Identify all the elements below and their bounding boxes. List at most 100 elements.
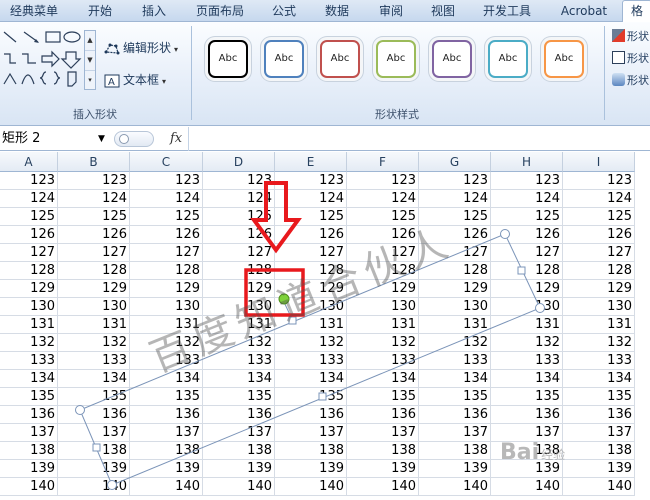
column-header-f[interactable]: F [347, 152, 419, 172]
grid-cell[interactable]: 139 [275, 460, 347, 478]
shape-effects-button[interactable]: 形状 [612, 72, 649, 90]
shape-outline-button[interactable]: 形状 [612, 50, 649, 68]
grid-cell[interactable]: 132 [563, 334, 635, 352]
shape-style-preset[interactable]: Abc [488, 40, 528, 78]
tab-acrobat[interactable]: Acrobat [552, 2, 616, 22]
grid-cell[interactable]: 130 [563, 298, 635, 316]
name-box-dropdown-icon[interactable]: ▼ [98, 129, 105, 149]
grid-cell[interactable]: 133 [563, 352, 635, 370]
grid-cell[interactable]: 130 [491, 298, 563, 316]
grid-cell[interactable]: 135 [130, 388, 203, 406]
grid-cell[interactable]: 138 [58, 442, 130, 460]
grid-cell[interactable]: 128 [130, 262, 203, 280]
grid-cell[interactable]: 132 [275, 334, 347, 352]
grid-cell[interactable]: 125 [203, 208, 275, 226]
column-header-h[interactable]: H [491, 152, 563, 172]
tab-format[interactable]: 格 [622, 0, 650, 23]
tab-view[interactable]: 视图 [420, 2, 466, 22]
grid-cell[interactable]: 124 [58, 190, 130, 208]
grid-cell[interactable]: 123 [419, 172, 491, 190]
tab-data[interactable]: 数据 [314, 2, 360, 22]
grid-cell[interactable]: 123 [347, 172, 419, 190]
grid-cell[interactable]: 127 [491, 244, 563, 262]
column-header-e[interactable]: E [275, 152, 347, 172]
grid-cell[interactable]: 134 [491, 370, 563, 388]
grid-cell[interactable]: 135 [419, 388, 491, 406]
column-header-c[interactable]: C [130, 152, 203, 172]
grid-cell[interactable]: 132 [419, 334, 491, 352]
grid-cell[interactable]: 134 [275, 370, 347, 388]
grid-cell[interactable]: 127 [0, 244, 58, 262]
grid-cell[interactable]: 133 [419, 352, 491, 370]
grid-cell[interactable]: 136 [347, 406, 419, 424]
shape-style-preset[interactable]: Abc [264, 40, 304, 78]
grid-cell[interactable]: 139 [347, 460, 419, 478]
grid-cell[interactable]: 140 [563, 478, 635, 496]
grid-cell[interactable]: 138 [563, 442, 635, 460]
grid-cell[interactable]: 136 [275, 406, 347, 424]
grid-cell[interactable]: 124 [275, 190, 347, 208]
grid-cell[interactable]: 129 [130, 280, 203, 298]
grid-cell[interactable]: 123 [0, 172, 58, 190]
grid-cell[interactable]: 125 [563, 208, 635, 226]
grid-cell[interactable]: 132 [347, 334, 419, 352]
formula-bar-resize-handle[interactable] [114, 131, 154, 147]
grid-cell[interactable]: 132 [0, 334, 58, 352]
tab-insert[interactable]: 插入 [130, 2, 178, 22]
grid-cell[interactable]: 135 [275, 388, 347, 406]
grid-cell[interactable]: 133 [275, 352, 347, 370]
grid-cell[interactable]: 126 [203, 226, 275, 244]
grid-cell[interactable]: 124 [419, 190, 491, 208]
shape-gallery[interactable] [2, 30, 84, 90]
grid-cell[interactable]: 127 [130, 244, 203, 262]
grid-cell[interactable]: 140 [130, 478, 203, 496]
shape-style-preset[interactable]: Abc [376, 40, 416, 78]
grid-cell[interactable]: 137 [419, 424, 491, 442]
grid-cell[interactable]: 133 [491, 352, 563, 370]
grid-cell[interactable]: 125 [130, 208, 203, 226]
grid-cell[interactable]: 127 [563, 244, 635, 262]
grid-cell[interactable]: 125 [58, 208, 130, 226]
grid-cell[interactable]: 123 [491, 172, 563, 190]
column-header-i[interactable]: I [563, 152, 635, 172]
grid-cell[interactable]: 137 [275, 424, 347, 442]
column-header-b[interactable]: B [58, 152, 130, 172]
grid-cell[interactable]: 135 [491, 388, 563, 406]
grid-cell[interactable]: 140 [275, 478, 347, 496]
grid-cell[interactable]: 131 [419, 316, 491, 334]
grid-cell[interactable]: 130 [419, 298, 491, 316]
grid-cell[interactable]: 129 [419, 280, 491, 298]
grid-cell[interactable]: 125 [275, 208, 347, 226]
column-header-d[interactable]: D [203, 152, 275, 172]
edit-shape-button[interactable]: 编辑形状 ▾ [104, 38, 178, 58]
grid-cell[interactable]: 134 [563, 370, 635, 388]
grid-cell[interactable]: 138 [419, 442, 491, 460]
grid-cell[interactable]: 131 [347, 316, 419, 334]
shape-fill-button[interactable]: 形状 [612, 28, 649, 46]
grid-cell[interactable]: 133 [347, 352, 419, 370]
grid-cell[interactable]: 140 [347, 478, 419, 496]
grid-cell[interactable]: 126 [58, 226, 130, 244]
grid-cell[interactable]: 127 [203, 244, 275, 262]
grid-cell[interactable]: 136 [491, 406, 563, 424]
grid-cell[interactable]: 131 [491, 316, 563, 334]
formula-input[interactable] [188, 127, 650, 151]
grid-cell[interactable]: 126 [563, 226, 635, 244]
grid-cell[interactable]: 126 [275, 226, 347, 244]
tab-formulas[interactable]: 公式 [262, 2, 306, 22]
grid-cell[interactable]: 126 [0, 226, 58, 244]
grid-cell[interactable]: 129 [0, 280, 58, 298]
grid-cell[interactable]: 125 [0, 208, 58, 226]
grid-cell[interactable]: 137 [0, 424, 58, 442]
grid-cell[interactable]: 135 [563, 388, 635, 406]
grid-cell[interactable]: 138 [275, 442, 347, 460]
grid-cell[interactable]: 130 [58, 298, 130, 316]
grid-cell[interactable]: 134 [203, 370, 275, 388]
tab-home[interactable]: 开始 [74, 2, 126, 22]
grid-cell[interactable]: 138 [130, 442, 203, 460]
grid-cell[interactable]: 136 [419, 406, 491, 424]
shape-style-preset[interactable]: Abc [544, 40, 584, 78]
shape-style-preset[interactable]: Abc [208, 40, 248, 78]
text-box-button[interactable]: A 文本框 ▾ [104, 70, 166, 90]
gallery-expand-icon[interactable]: ▾ [85, 71, 95, 91]
